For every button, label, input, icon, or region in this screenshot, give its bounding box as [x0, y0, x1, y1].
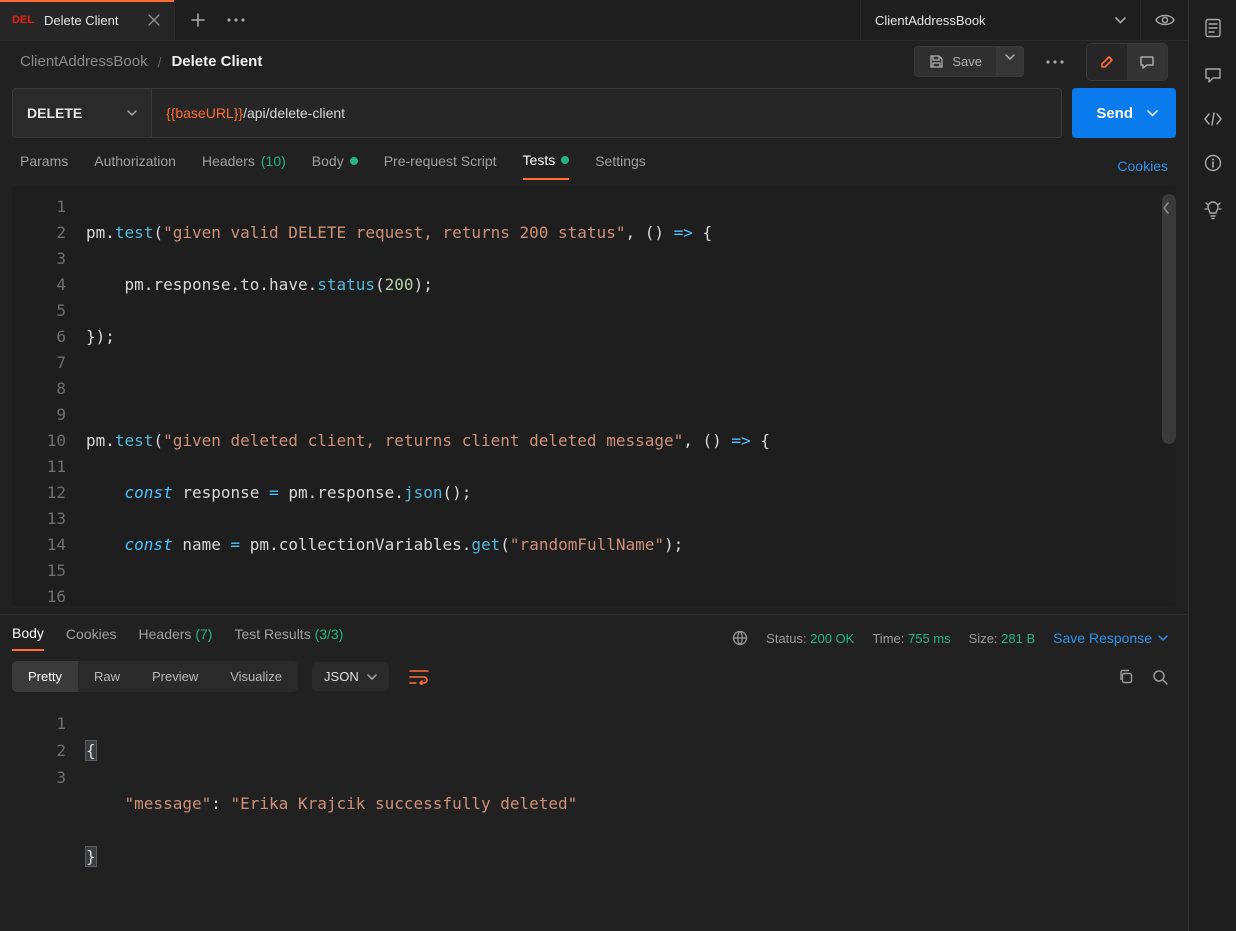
response-format-select[interactable]: JSON	[312, 662, 389, 691]
documentation-icon[interactable]	[1204, 18, 1222, 38]
response-toolbar: Pretty Raw Preview Visualize JSON	[0, 651, 1188, 692]
tab-title: Delete Client	[44, 13, 118, 28]
save-label: Save	[952, 54, 982, 69]
edit-mode-button[interactable]	[1087, 44, 1127, 80]
breadcrumb-separator: /	[158, 54, 162, 70]
environment-name: ClientAddressBook	[875, 13, 986, 28]
editor-gutter: 1234567891011121314151617	[12, 186, 82, 606]
more-tabs-icon[interactable]	[227, 18, 245, 22]
tab-bar: DEL Delete Client ClientAddressBook	[0, 0, 1188, 41]
close-icon[interactable]	[148, 14, 160, 26]
response-header: Body Cookies Headers (7) Test Results (3…	[0, 614, 1188, 651]
more-actions-icon[interactable]	[1034, 60, 1076, 64]
comments-icon[interactable]	[1204, 66, 1222, 84]
response-content[interactable]: { "message": "Erika Krajcik successfully…	[82, 702, 1176, 931]
status-value: 200 OK	[810, 631, 854, 646]
tab-method-badge: DEL	[12, 14, 34, 26]
info-icon[interactable]	[1204, 154, 1222, 172]
http-method-value: DELETE	[27, 105, 82, 121]
tab-settings[interactable]: Settings	[595, 153, 646, 179]
response-tab-body[interactable]: Body	[12, 625, 44, 651]
send-label: Send	[1096, 105, 1133, 122]
tab-body[interactable]: Body	[312, 153, 358, 179]
tab-authorization[interactable]: Authorization	[94, 153, 176, 179]
new-tab-icon[interactable]	[191, 13, 205, 27]
url-path: /api/delete-client	[243, 105, 345, 121]
save-dropdown[interactable]	[997, 46, 1024, 77]
editor-scrollbar[interactable]	[1162, 194, 1176, 444]
size-value: 281 B	[1001, 631, 1035, 646]
chevron-down-icon[interactable]	[1147, 110, 1158, 117]
line-wrap-icon[interactable]	[403, 663, 435, 691]
response-tab-test-results[interactable]: Test Results (3/3)	[234, 626, 343, 650]
search-icon[interactable]	[1152, 669, 1168, 685]
url-variable: {{baseURL}}	[166, 105, 243, 121]
size-label: Size:	[969, 631, 998, 646]
environment-quicklook-icon[interactable]	[1140, 0, 1188, 40]
tab-params[interactable]: Params	[20, 153, 68, 179]
save-button[interactable]: Save	[914, 46, 997, 77]
request-subtabs: Params Authorization Headers (10) Body P…	[0, 138, 1188, 180]
breadcrumb-request: Delete Client	[171, 53, 262, 70]
headers-count: (10)	[261, 153, 286, 169]
view-mode-toggle	[1086, 43, 1168, 81]
response-headers-count: (7)	[195, 626, 212, 642]
code-icon[interactable]	[1203, 112, 1223, 126]
view-pretty[interactable]: Pretty	[12, 661, 78, 692]
request-url-row: DELETE {{baseURL}}/api/delete-client Sen…	[0, 82, 1188, 138]
time-value: 755 ms	[908, 631, 951, 646]
view-visualize[interactable]: Visualize	[214, 661, 298, 692]
body-indicator-icon	[350, 157, 358, 165]
comment-mode-button[interactable]	[1127, 44, 1167, 80]
view-raw[interactable]: Raw	[78, 661, 136, 692]
save-button-group: Save	[914, 46, 1024, 77]
send-button[interactable]: Send	[1072, 88, 1176, 138]
tab-tests[interactable]: Tests	[523, 152, 570, 180]
save-response-button[interactable]: Save Response	[1053, 630, 1168, 646]
time-label: Time:	[872, 631, 904, 646]
tab-prerequest[interactable]: Pre-request Script	[384, 153, 497, 179]
response-tab-headers[interactable]: Headers (7)	[139, 626, 213, 650]
editor-content[interactable]: pm.test("given valid DELETE request, ret…	[82, 186, 1176, 606]
response-gutter: 1 2 3	[12, 702, 82, 931]
tab-bar-actions	[175, 0, 261, 40]
response-body-editor[interactable]: 1 2 3 { "message": "Erika Krajcik succes…	[0, 692, 1188, 931]
http-method-select[interactable]: DELETE	[12, 88, 152, 138]
lightbulb-icon[interactable]	[1204, 200, 1222, 220]
right-rail	[1188, 0, 1236, 931]
collapse-sidebar-icon[interactable]	[1162, 202, 1170, 214]
breadcrumb-collection[interactable]: ClientAddressBook	[20, 53, 148, 70]
status-label: Status:	[766, 631, 806, 646]
response-view-mode: Pretty Raw Preview Visualize	[12, 661, 298, 692]
tests-editor[interactable]: 1234567891011121314151617 pm.test("given…	[12, 186, 1176, 606]
environment-selector[interactable]: ClientAddressBook	[860, 0, 1140, 40]
tab-headers[interactable]: Headers (10)	[202, 153, 286, 179]
request-tab[interactable]: DEL Delete Client	[0, 0, 175, 40]
globe-icon[interactable]	[732, 630, 748, 646]
cookies-link[interactable]: Cookies	[1117, 158, 1168, 174]
request-header: ClientAddressBook / Delete Client Save	[0, 41, 1188, 82]
save-icon	[929, 54, 944, 69]
response-tab-cookies[interactable]: Cookies	[66, 626, 117, 650]
request-url-input[interactable]: {{baseURL}}/api/delete-client	[152, 88, 1062, 138]
view-preview[interactable]: Preview	[136, 661, 214, 692]
test-results-count: (3/3)	[315, 626, 344, 642]
tests-indicator-icon	[561, 156, 569, 164]
chevron-down-icon	[1115, 17, 1126, 24]
copy-icon[interactable]	[1118, 669, 1134, 685]
